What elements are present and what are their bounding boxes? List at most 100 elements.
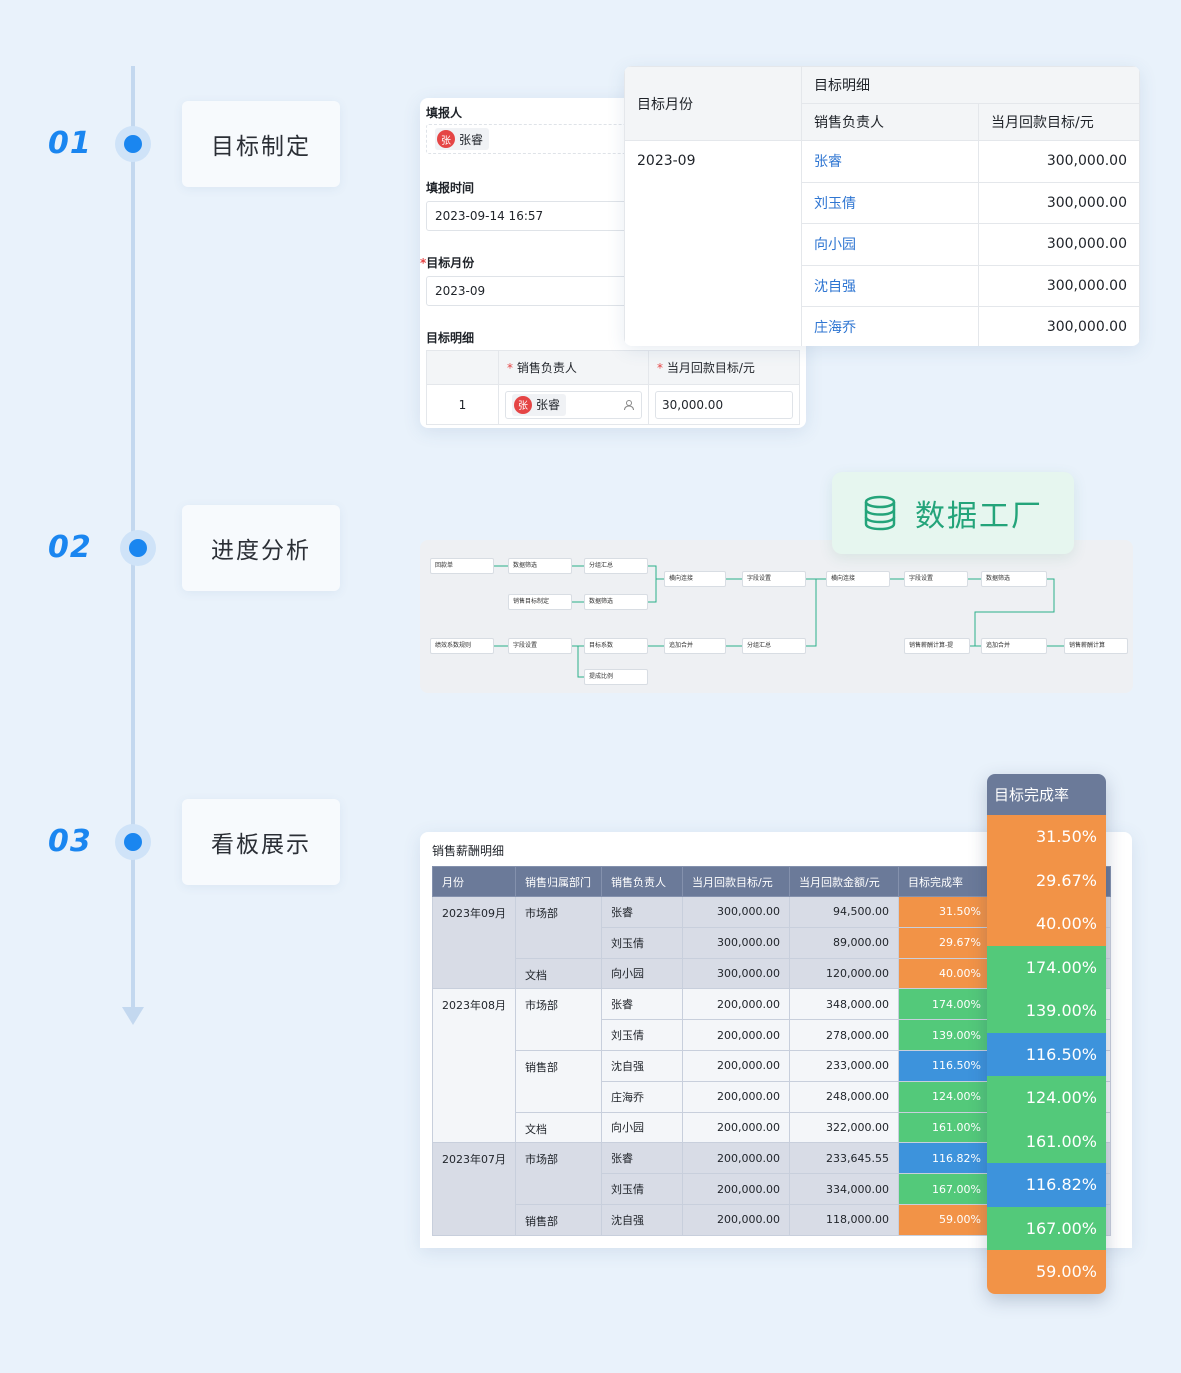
flow-node[interactable]: 提成比例: [584, 669, 648, 685]
flow-node[interactable]: 字段设置: [904, 571, 968, 587]
col-header: 销售归属部门: [515, 866, 602, 897]
flow-node[interactable]: 分组汇总: [742, 638, 806, 654]
dept-cell: 销售部: [515, 1203, 602, 1236]
flow-node[interactable]: 绩效系数规则: [430, 638, 494, 654]
dept-cell: 市场部: [515, 896, 602, 959]
data-factory-badge[interactable]: 数据工厂: [832, 472, 1074, 554]
data-factory-label: 数据工厂: [915, 499, 1043, 534]
flow-node[interactable]: 销售薪酬计算: [1064, 638, 1128, 654]
flow-node[interactable]: 横向连接: [664, 571, 726, 587]
col-header: 月份: [432, 866, 516, 897]
target-cell: 200,000.00: [682, 1203, 790, 1236]
flow-node[interactable]: 字段设置: [742, 571, 806, 587]
row-owner-name: 张睿: [536, 398, 561, 412]
amount-cell: 89,000.00: [789, 926, 899, 959]
flow-node[interactable]: 横向连接: [826, 571, 890, 587]
completion-rate-overlay: 目标完成率 31.50% 29.67% 40.00% 174.00% 139.00% 11…: [987, 774, 1106, 1294]
owner-cell[interactable]: 张张睿: [498, 384, 649, 425]
step-card-progress-analysis[interactable]: 进度分析: [182, 505, 340, 591]
user-icon[interactable]: [623, 399, 635, 411]
rate-cell: 167.00%: [898, 1173, 991, 1205]
rate-cell: 124.00%: [987, 1076, 1106, 1120]
amount-cell: 248,000.00: [789, 1080, 899, 1113]
dataflow-canvas: 回款单 数据筛选 分组汇总 横向连接 字段设置 横向连接 字段设置 数据筛选 销…: [420, 540, 1133, 693]
owner-cell: 刘玉倩: [601, 1019, 683, 1051]
col-header: 当月回款目标/元: [682, 866, 790, 897]
target-header: 当月回款目标/元: [978, 103, 1140, 141]
detail-header: 目标明细: [801, 66, 1140, 104]
user-chip: 张张睿: [512, 393, 567, 416]
rate-cell: 167.00%: [987, 1206, 1106, 1250]
rate-cell: 174.00%: [898, 988, 991, 1021]
dept-cell: 市场部: [515, 1142, 602, 1205]
col-header: 目标完成率: [898, 866, 991, 897]
flow-node[interactable]: 数据筛选: [584, 594, 648, 610]
step-card-goal-setting[interactable]: 目标制定: [182, 101, 340, 187]
rate-cell: 116.82%: [987, 1163, 1106, 1207]
dept-cell: 文档: [515, 1111, 602, 1144]
step-number-3: 03: [48, 824, 92, 859]
flow-node[interactable]: 追加合并: [664, 638, 726, 654]
target-detail-table: * 销售负责人 * 当月回款目标/元 1 张张睿 30,000.00: [426, 350, 800, 425]
amount-cell: 322,000.00: [789, 1111, 899, 1144]
timeline-arrow: [122, 1007, 144, 1025]
report-time-field[interactable]: 2023-09-14 16:57: [426, 201, 636, 231]
reporter-field[interactable]: 张 张睿: [426, 124, 636, 154]
owner-link[interactable]: 向小园: [801, 223, 979, 266]
flow-node[interactable]: 销售目标制定: [508, 594, 572, 610]
index-header: [426, 350, 499, 385]
rate-cell: 116.50%: [987, 1032, 1106, 1076]
report-time-label: 填报时间: [426, 181, 475, 195]
owner-link[interactable]: 刘玉倩: [801, 181, 979, 224]
required-mark: *: [657, 361, 663, 375]
target-month-field[interactable]: 2023-09: [426, 276, 636, 306]
owner-link[interactable]: 庄海乔: [801, 306, 979, 346]
amount-cell: 233,000.00: [789, 1049, 899, 1082]
month-header: 目标月份: [624, 66, 802, 141]
target-cell: 200,000.00: [682, 1080, 790, 1113]
step-number-2: 02: [48, 530, 92, 565]
flow-node[interactable]: 销售薪酬计算-提: [904, 638, 970, 654]
col-header: 销售负责人: [601, 866, 683, 897]
dept-cell: 市场部: [515, 988, 602, 1051]
flow-node[interactable]: 目标系数: [584, 638, 648, 654]
col-header: 当月回款金额/元: [789, 866, 899, 897]
step-card-dashboard[interactable]: 看板展示: [182, 799, 340, 885]
target-cell: 300,000.00: [682, 957, 790, 990]
step-dot-3: [115, 824, 151, 860]
owner-link[interactable]: 张睿: [801, 140, 979, 183]
target-cell[interactable]: 30,000.00: [648, 384, 800, 425]
reporter-name: 张睿: [459, 132, 484, 147]
target-input[interactable]: 30,000.00: [655, 390, 793, 419]
flow-node[interactable]: 追加合并: [981, 638, 1047, 654]
owner-picker[interactable]: 张张睿: [505, 390, 642, 419]
flow-node[interactable]: 分组汇总: [584, 558, 648, 574]
rate-cell: 29.67%: [898, 926, 991, 959]
rate-cell: 161.00%: [987, 1119, 1106, 1163]
dept-cell: 销售部: [515, 1049, 602, 1113]
user-chip: 张 张睿: [435, 128, 490, 150]
flow-node[interactable]: 回款单: [430, 558, 494, 574]
target-cell: 200,000.00: [682, 1049, 790, 1082]
owner-cell: 庄海乔: [601, 1080, 683, 1113]
rate-cell: 29.67%: [987, 858, 1106, 902]
owner-cell: 刘玉倩: [601, 1173, 683, 1205]
owner-link[interactable]: 沈自强: [801, 264, 979, 307]
step-dot-1: [115, 126, 151, 162]
avatar: 张: [514, 395, 532, 414]
dashboard-title: 销售薪酬明细: [432, 844, 505, 858]
flow-node[interactable]: 数据筛选: [508, 558, 572, 574]
flow-node[interactable]: 数据筛选: [981, 571, 1047, 587]
owner-header: * 销售负责人: [498, 350, 649, 385]
rate-cell: 40.00%: [898, 957, 991, 990]
rate-cell: 116.50%: [898, 1049, 991, 1082]
amount-cell: 334,000.00: [789, 1173, 899, 1205]
required-mark: *: [507, 361, 513, 375]
target-cell: 200,000.00: [682, 1019, 790, 1051]
amount-cell: 94,500.00: [789, 896, 899, 928]
target-header-text: 当月回款目标/元: [666, 361, 755, 375]
amount-cell: 118,000.00: [789, 1203, 899, 1236]
step-dot-2: [120, 530, 156, 566]
rate-cell: 124.00%: [898, 1080, 991, 1113]
flow-node[interactable]: 字段设置: [508, 638, 572, 654]
